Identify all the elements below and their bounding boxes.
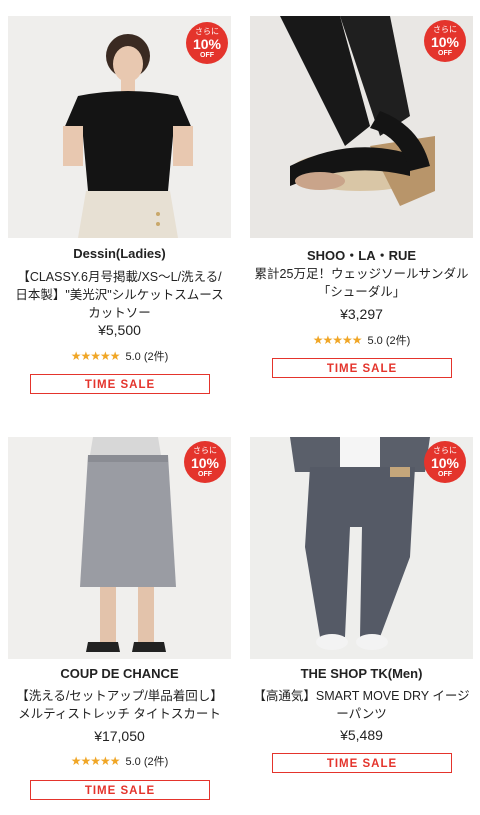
title-line: カットソー [88, 306, 151, 320]
title-line: メルティストレッチ タイトスカート [18, 707, 221, 721]
title-line: 【高通気】SMART MOVE DRY イージ [253, 689, 470, 703]
rating-text: 5.0 (2件) [125, 756, 169, 768]
rating-row: ★★★★★ 5.0 (2件) [8, 753, 231, 769]
product-title[interactable]: 【洗える/セットアップ/単品着回し】 メルティストレッチ タイトスカート [8, 687, 231, 723]
product-image[interactable]: さらに 10% OFF [8, 16, 231, 238]
rating-text: 5.0 (2件) [367, 335, 411, 347]
product-card[interactable]: さらに 10% OFF COUP DE CHANCE 【洗える/セットアップ/単… [8, 437, 231, 807]
product-title[interactable]: 【CLASSY.6月号掲載/XS〜L/洗える/ 日本製】"美光沢"シルケットスム… [8, 268, 231, 322]
star-icon: ★★★★★ [70, 349, 121, 363]
price: ¥3,297 [340, 306, 383, 322]
brand-name[interactable]: COUP DE CHANCE [8, 666, 231, 681]
product-card[interactable]: さらに 10% OFF SHOO・LA・RUE 累計25万足！ウェッジソールサン… [250, 16, 473, 386]
badge-percent: 10% [430, 34, 460, 50]
star-icon: ★★★★★ [312, 333, 363, 347]
badge-line1: さらに [433, 446, 457, 455]
product-image[interactable]: さらに 10% OFF [250, 437, 473, 659]
brand-name[interactable]: THE SHOP TK(Men) [250, 666, 473, 681]
star-icon: ★★★★★ [70, 754, 121, 768]
badge-off: OFF [438, 50, 452, 57]
product-title[interactable]: 【高通気】SMART MOVE DRY イージ ーパンツ [250, 687, 473, 723]
badge-percent: 10% [192, 36, 222, 52]
discount-badge: さらに 10% OFF [424, 441, 466, 483]
discount-badge: さらに 10% OFF [186, 22, 228, 64]
rating-row: ★★★★★ 5.0 (2件) [250, 332, 473, 348]
badge-off: OFF [198, 471, 212, 478]
badge-off: OFF [438, 471, 452, 478]
time-sale-button[interactable]: TIME SALE [272, 753, 452, 773]
brand-name[interactable]: Dessin(Ladies) [8, 246, 231, 261]
price: ¥5,500 [98, 322, 141, 338]
title-line: 日本製】"美光沢"シルケットスムース [15, 288, 224, 302]
title-line: 累計25万足！ウェッジソールサンダル [254, 267, 469, 281]
badge-line1: さらに [193, 446, 217, 455]
badge-line1: さらに [433, 25, 457, 34]
brand-name[interactable]: SHOO・LA・RUE [250, 245, 473, 264]
title-line: 【CLASSY.6月号掲載/XS〜L/洗える/ [17, 270, 222, 284]
discount-badge: さらに 10% OFF [184, 441, 226, 483]
product-card[interactable]: さらに 10% OFF THE SHOP TK(Men) 【高通気】SMART … [250, 437, 473, 777]
title-line: ーパンツ [336, 707, 387, 721]
title-line: 【洗える/セットアップ/単品着回し】 [16, 689, 223, 703]
price: ¥5,489 [340, 727, 383, 743]
badge-off: OFF [200, 52, 214, 59]
time-sale-button[interactable]: TIME SALE [30, 780, 210, 800]
product-card[interactable]: さらに 10% OFF Dessin(Ladies) 【CLASSY.6月号掲載… [8, 16, 231, 406]
product-title[interactable]: 累計25万足！ウェッジソールサンダル 「シューダル」 [250, 265, 473, 301]
rating-text: 5.0 (2件) [125, 351, 169, 363]
product-grid: さらに 10% OFF Dessin(Ladies) 【CLASSY.6月号掲載… [0, 0, 480, 815]
badge-line1: さらに [195, 27, 219, 36]
product-image[interactable]: さらに 10% OFF [250, 16, 473, 238]
discount-badge: さらに 10% OFF [424, 20, 466, 62]
rating-row: ★★★★★ 5.0 (2件) [8, 348, 231, 364]
title-line: 「シューダル」 [317, 285, 406, 299]
product-image[interactable]: さらに 10% OFF [8, 437, 231, 659]
badge-percent: 10% [190, 455, 220, 471]
time-sale-button[interactable]: TIME SALE [30, 374, 210, 394]
price: ¥17,050 [94, 728, 145, 744]
time-sale-button[interactable]: TIME SALE [272, 358, 452, 378]
badge-percent: 10% [430, 455, 460, 471]
